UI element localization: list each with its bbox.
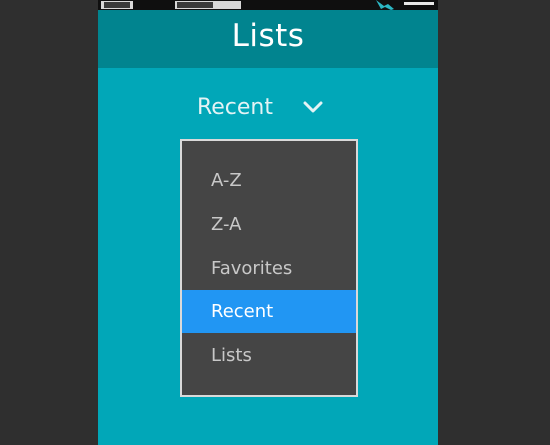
status-line xyxy=(404,2,434,5)
sort-selected-value: Recent xyxy=(196,94,274,120)
status-bar xyxy=(98,0,438,10)
sort-option-z-a[interactable]: Z-A xyxy=(182,203,356,246)
page-title: Lists xyxy=(231,18,305,54)
sort-option-a-z[interactable]: A-Z xyxy=(182,159,356,202)
sort-dropdown-menu: A-Z Z-A Favorites Recent Lists xyxy=(180,139,358,397)
wrench-icon xyxy=(376,0,394,10)
sort-option-lists[interactable]: Lists xyxy=(182,334,356,377)
status-indicator xyxy=(100,0,134,10)
app-screen: Lists Recent A-Z Z-A Favorites Recent Li… xyxy=(98,0,438,445)
sort-select[interactable]: Recent xyxy=(98,88,438,126)
sort-option-recent[interactable]: Recent xyxy=(182,290,356,333)
status-indicator-fill xyxy=(104,2,130,8)
app-header: Lists xyxy=(98,10,438,68)
status-indicator xyxy=(174,0,242,10)
chevron-down-icon xyxy=(303,101,323,113)
status-indicator-fill xyxy=(177,2,213,8)
sort-option-favorites[interactable]: Favorites xyxy=(182,247,356,290)
